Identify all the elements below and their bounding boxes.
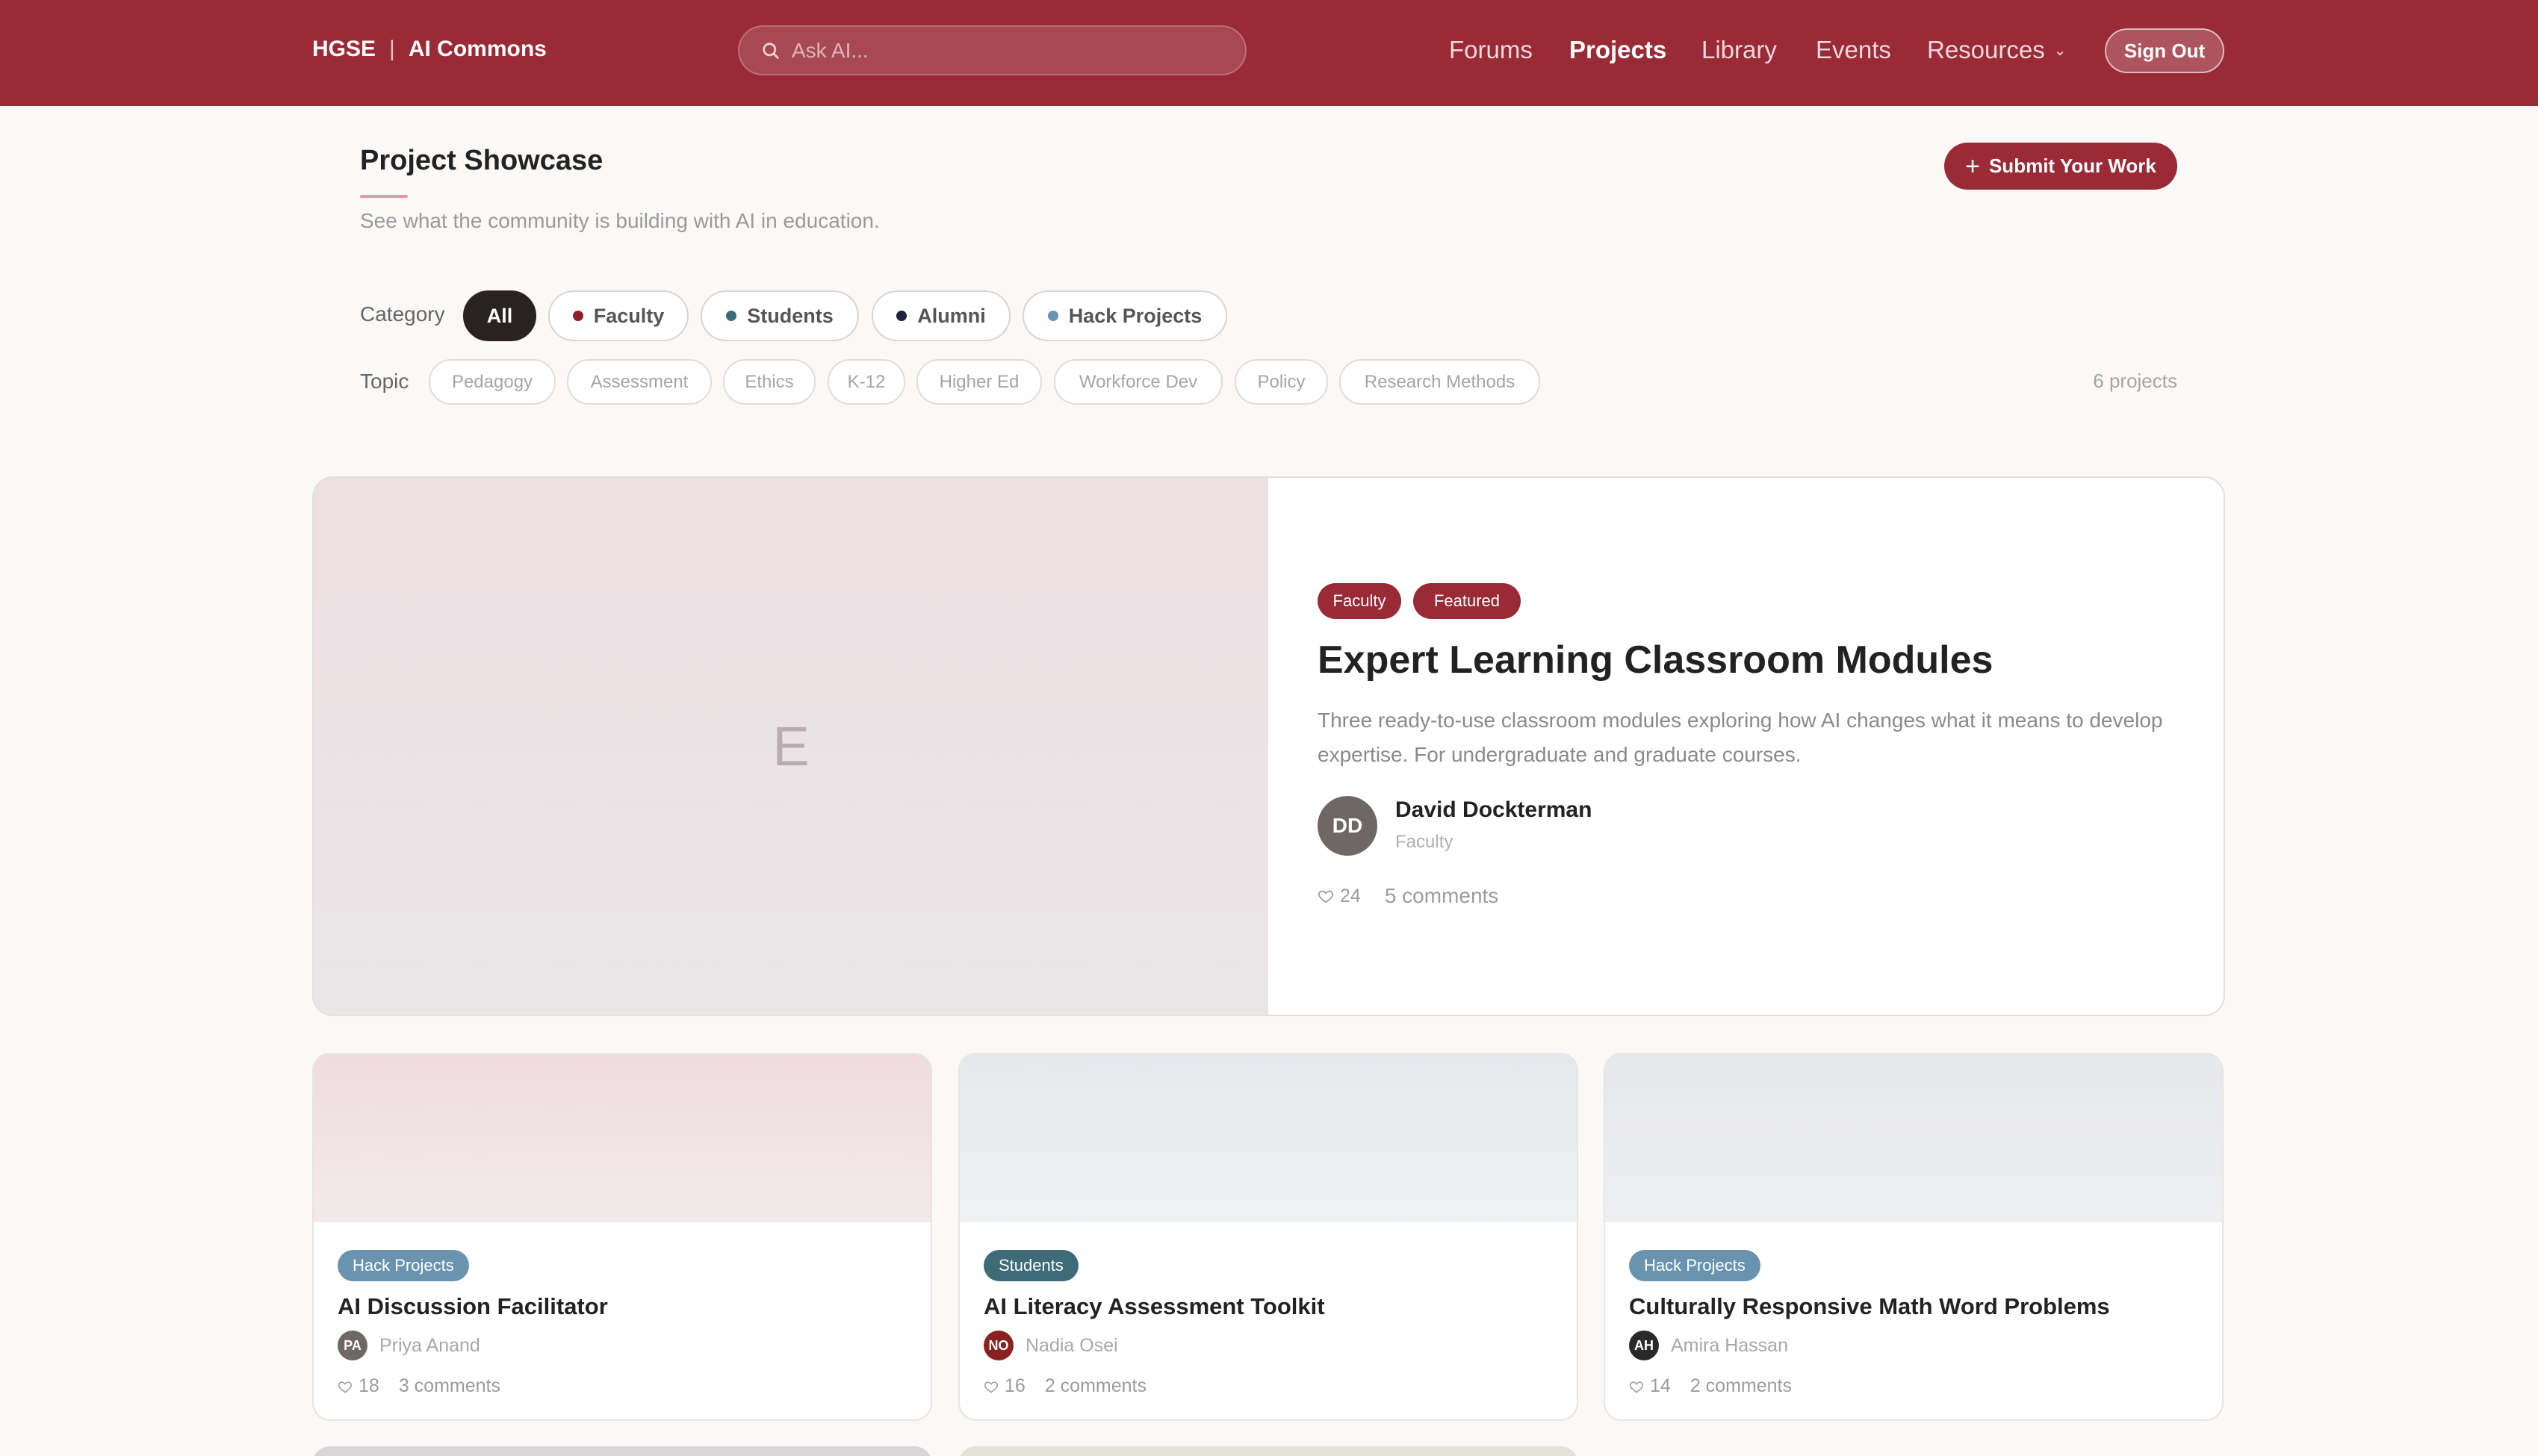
submit-button-label: Submit Your Work [1988, 155, 2156, 177]
brand-logo[interactable]: HGSE | AI Commons [312, 34, 547, 64]
topic-chip-workforce-dev[interactable]: Workforce Dev [1054, 359, 1223, 405]
heart-icon [1318, 890, 1333, 903]
author-avatar: AH [1629, 1331, 1659, 1360]
heart-icon [984, 1381, 999, 1393]
author-role: Faculty [1395, 832, 1453, 852]
project-card[interactable]: Hack Projects Culturally Responsive Math… [1604, 1053, 2224, 1421]
project-card-title[interactable]: AI Discussion Facilitator [338, 1293, 608, 1320]
category-badge: Hack Projects [1629, 1250, 1760, 1281]
comments-link[interactable]: 5 comments [1385, 884, 1499, 908]
sign-out-button[interactable]: Sign Out [2105, 28, 2224, 73]
page-subtitle: See what the community is building with … [360, 209, 880, 232]
hack-projects-dot [1047, 311, 1058, 321]
category-chip-all[interactable]: All [463, 290, 536, 341]
project-card-image [1605, 1054, 2222, 1222]
nav-resources[interactable]: Resources ⌄ [1927, 30, 2067, 70]
author-avatar: NO [984, 1331, 1014, 1360]
project-card-image [960, 1054, 1577, 1222]
nav-library[interactable]: Library [1701, 30, 1777, 70]
chip-label: Faculty [593, 304, 665, 327]
brand-secondary: AI Commons [408, 37, 547, 61]
like-count: 24 [1340, 885, 1361, 906]
nav-resources-label: Resources [1927, 36, 2045, 63]
author-name[interactable]: David Dockterman [1395, 797, 1592, 823]
project-card-partial[interactable] [958, 1446, 1578, 1456]
category-chip-students[interactable]: Students [701, 290, 859, 341]
author-avatar: PA [338, 1331, 367, 1360]
author-name[interactable]: Priya Anand [379, 1335, 480, 1357]
project-card[interactable]: Hack Projects AI Discussion Facilitator … [312, 1053, 932, 1421]
author-name[interactable]: Nadia Osei [1026, 1335, 1118, 1357]
featured-project-title[interactable]: Expert Learning Classroom Modules [1318, 638, 1993, 682]
students-dot [726, 311, 737, 321]
chip-label: Hack Projects [1068, 304, 1203, 327]
faculty-dot [572, 311, 583, 321]
author-name[interactable]: Amira Hassan [1671, 1335, 1788, 1357]
featured-stats: 24 5 comments [1318, 884, 1498, 908]
category-label: Category [360, 302, 445, 326]
page-title: Project Showcase [360, 145, 604, 176]
plus-icon: + [1965, 152, 1980, 181]
topic-chip-ethics[interactable]: Ethics [723, 359, 816, 405]
image-placeholder-letter: E [772, 715, 810, 777]
nav-projects[interactable]: Projects [1569, 30, 1666, 70]
heart-icon [1629, 1381, 1644, 1393]
card-stats: 16 2 comments [984, 1375, 1147, 1397]
comments-link[interactable]: 3 comments [399, 1375, 500, 1397]
submit-your-work-button[interactable]: + Submit Your Work [1944, 143, 2177, 190]
top-navigation-bar: HGSE | AI Commons Forums Projects Librar… [0, 0, 2538, 106]
like-button[interactable]: 14 [1629, 1375, 1671, 1397]
search-input[interactable] [792, 38, 1210, 63]
project-count: 6 projects [2093, 370, 2177, 392]
topic-chip-higher-ed[interactable]: Higher Ed [916, 359, 1042, 405]
project-card[interactable]: Students AI Literacy Assessment Toolkit … [958, 1053, 1578, 1421]
category-badge: Hack Projects [338, 1250, 469, 1281]
topic-label: Topic [360, 370, 409, 393]
featured-project-card[interactable]: E Faculty Featured Expert Learning Class… [312, 476, 2225, 1016]
brand-primary: HGSE [312, 37, 376, 61]
chevron-down-icon: ⌄ [2053, 42, 2067, 59]
chip-label: Alumni [917, 304, 986, 327]
project-card-image [314, 1054, 931, 1222]
project-card-title[interactable]: AI Literacy Assessment Toolkit [984, 1293, 1325, 1320]
faculty-badge: Faculty [1318, 583, 1401, 619]
project-card-partial[interactable] [312, 1446, 932, 1456]
like-count: 14 [1650, 1375, 1671, 1396]
topic-chip-research-methods[interactable]: Research Methods [1339, 359, 1540, 405]
nav-events[interactable]: Events [1816, 30, 1891, 70]
like-count: 18 [359, 1375, 379, 1396]
featured-project-image: E [314, 478, 1268, 1015]
like-button[interactable]: 16 [984, 1375, 1026, 1397]
author-avatar: DD [1318, 796, 1377, 856]
nav-forums[interactable]: Forums [1449, 30, 1533, 70]
featured-project-description: Three ready-to-use classroom modules exp… [1318, 709, 2163, 766]
category-chip-hack-projects[interactable]: Hack Projects [1023, 290, 1227, 341]
search-icon [763, 42, 779, 59]
topic-chip-k12[interactable]: K-12 [828, 359, 905, 405]
comments-link[interactable]: 2 comments [1045, 1375, 1147, 1397]
card-stats: 18 3 comments [338, 1375, 500, 1397]
card-stats: 14 2 comments [1629, 1375, 1792, 1397]
category-badge: Students [984, 1250, 1079, 1281]
like-button[interactable]: 24 [1318, 886, 1361, 907]
title-underline [360, 195, 408, 198]
topic-chip-policy[interactable]: Policy [1235, 359, 1328, 405]
ask-ai-search[interactable] [738, 25, 1247, 75]
category-chip-alumni[interactable]: Alumni [872, 290, 1011, 341]
alumni-dot [896, 311, 907, 321]
like-button[interactable]: 18 [338, 1375, 379, 1397]
project-card-title[interactable]: Culturally Responsive Math Word Problems [1629, 1293, 2110, 1320]
heart-icon [338, 1381, 353, 1393]
chip-label: Students [747, 304, 834, 327]
brand-separator: | [389, 37, 395, 61]
comments-link[interactable]: 2 comments [1690, 1375, 1792, 1397]
topic-chip-pedagogy[interactable]: Pedagogy [429, 359, 556, 405]
featured-badge: Featured [1413, 583, 1521, 619]
like-count: 16 [1005, 1375, 1026, 1396]
topic-chip-assessment[interactable]: Assessment [567, 359, 712, 405]
category-chip-faculty[interactable]: Faculty [548, 290, 689, 341]
